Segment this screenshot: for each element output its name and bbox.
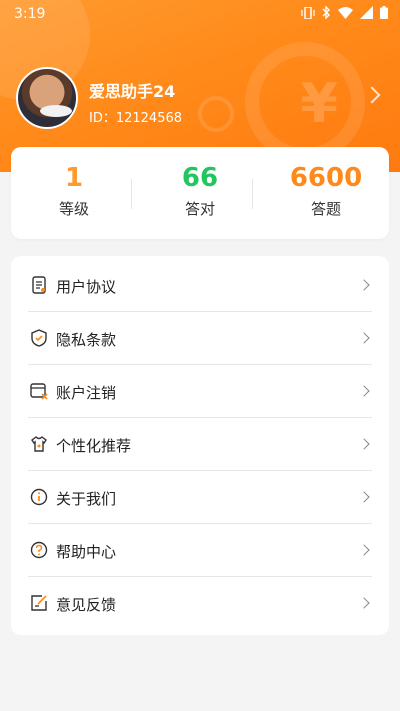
stats-card: 1 等级 66 答对 6600 答题 — [11, 147, 389, 239]
stat-level: 1 等级 — [11, 162, 137, 219]
menu-label: 意见反馈 — [56, 596, 117, 614]
user-id: ID：12124568 — [89, 111, 183, 126]
chevron-right-icon — [358, 385, 370, 397]
stat-label: 答题 — [310, 200, 341, 218]
info-icon — [30, 488, 48, 506]
stat-label: 等级 — [58, 200, 89, 218]
menu-item-personalized[interactable]: 个性化推荐 — [28, 419, 372, 471]
help-icon — [30, 541, 48, 559]
feedback-icon — [31, 595, 47, 611]
avatar[interactable] — [16, 67, 78, 129]
menu-item-user-agreement[interactable]: 用户协议 — [28, 260, 372, 312]
stat-label: 答对 — [184, 200, 215, 218]
menu-item-feedback[interactable]: 意见反馈 — [28, 578, 372, 630]
menu-label: 用户协议 — [56, 278, 117, 296]
chevron-right-icon — [358, 438, 370, 450]
menu-label: 帮助中心 — [56, 543, 117, 561]
decor-coin-small — [198, 96, 234, 132]
chevron-right-icon — [358, 332, 370, 344]
bluetooth-icon — [322, 6, 330, 19]
chevron-right-icon — [358, 544, 370, 556]
yen-icon: ¥ — [300, 72, 338, 135]
status-icons — [301, 6, 388, 19]
menu-label: 关于我们 — [56, 490, 117, 508]
menu-item-help[interactable]: 帮助中心 — [28, 525, 372, 577]
tshirt-icon — [31, 436, 47, 452]
stat-value: 6600 — [289, 163, 363, 193]
document-icon — [32, 276, 46, 294]
settings-menu: 用户协议 隐私条款 账户注销 个性化推荐 关于我们 帮助中心 意见反馈 — [11, 256, 389, 635]
vibrate-icon — [301, 6, 315, 19]
chevron-right-icon — [358, 279, 370, 291]
stat-correct: 66 答对 — [137, 162, 263, 219]
stat-value: 66 — [181, 163, 219, 193]
stat-value: 1 — [64, 163, 84, 193]
stat-answered: 6600 答题 — [263, 162, 389, 219]
username: 爱思助手24 — [89, 82, 176, 101]
chevron-right-icon — [358, 491, 370, 503]
signal-icon — [360, 6, 373, 19]
account-cancel-icon — [30, 383, 48, 400]
divider — [252, 179, 253, 209]
menu-label: 账户注销 — [56, 384, 117, 402]
battery-icon — [380, 6, 388, 19]
menu-item-privacy[interactable]: 隐私条款 — [28, 313, 372, 365]
chevron-right-icon — [358, 597, 370, 609]
status-time: 3:19 — [14, 6, 46, 22]
menu-label: 个性化推荐 — [56, 437, 132, 455]
wifi-icon — [338, 6, 353, 19]
menu-item-account-cancel[interactable]: 账户注销 — [28, 366, 372, 418]
status-bar: 3:19 — [0, 0, 400, 30]
menu-item-about[interactable]: 关于我们 — [28, 472, 372, 524]
avatar-photo-detail — [40, 105, 72, 117]
shield-check-icon — [31, 329, 47, 347]
menu-label: 隐私条款 — [56, 331, 117, 349]
divider — [131, 179, 132, 209]
